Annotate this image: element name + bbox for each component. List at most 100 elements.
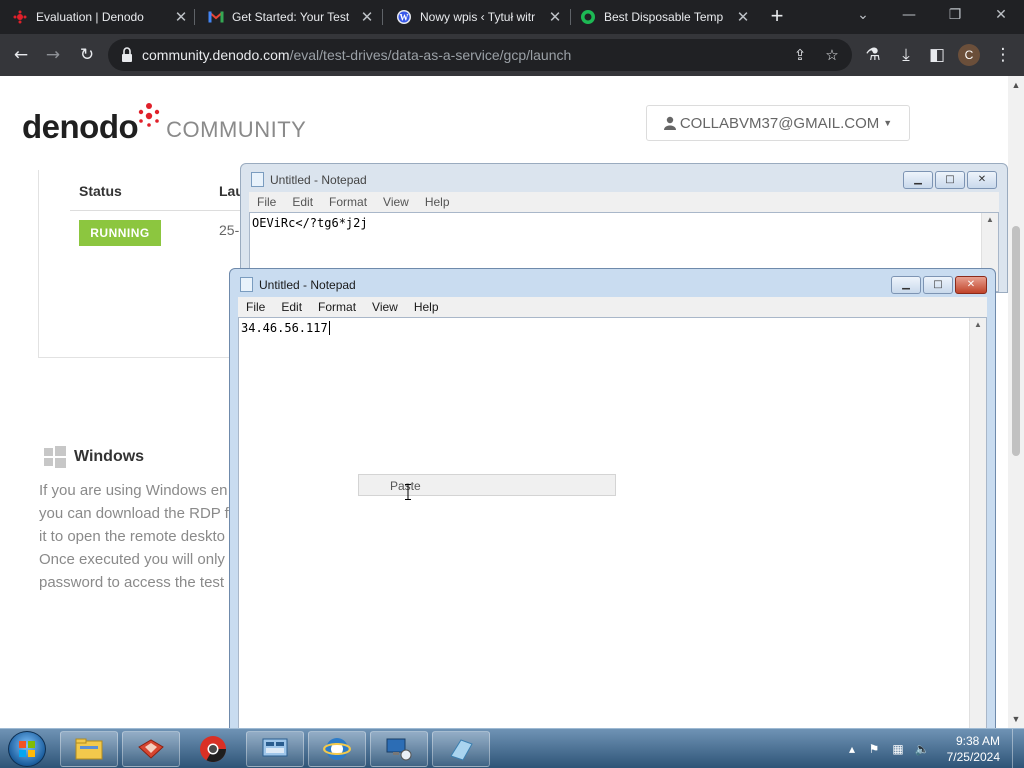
download-icon[interactable]: ⤓ — [893, 42, 919, 68]
tab-title: Get Started: Your Test — [232, 10, 350, 24]
lock-icon — [120, 46, 134, 64]
windows-logo-icon — [44, 446, 66, 468]
menu-view[interactable]: View — [375, 192, 417, 212]
show-hidden-icons-icon[interactable]: ▴ — [844, 741, 860, 757]
new-tab-button[interactable]: + — [764, 4, 790, 30]
share-icon[interactable]: ⇪ — [790, 45, 810, 65]
profile-avatar[interactable]: C — [958, 44, 980, 66]
denodo-logo[interactable]: denodo COMMUNITY — [22, 103, 306, 146]
menu-view[interactable]: View — [364, 297, 406, 317]
menu-kebab-icon[interactable]: ⋮ — [990, 42, 1016, 68]
brand-name: denodo — [22, 108, 139, 145]
scroll-up-icon[interactable]: ▲ — [970, 320, 986, 329]
scrollbar-thumb[interactable] — [1012, 226, 1020, 456]
control-panel-icon[interactable] — [246, 731, 304, 767]
instruction-line: you can download the RDP f — [39, 505, 229, 522]
system-clock[interactable]: 9:38 AM 7/25/2024 — [940, 733, 1000, 765]
notepad-maximize-button[interactable]: □ — [923, 276, 953, 294]
restore-button[interactable]: ❐ — [932, 0, 978, 34]
action-center-icon[interactable]: ⚑ — [866, 741, 882, 757]
notepad-titlebar[interactable]: Untitled - Notepad ▁ □ ✕ — [241, 164, 1007, 192]
menu-help[interactable]: Help — [406, 297, 447, 317]
tab-title: Nowy wpis ‹ Tytuł witr — [420, 10, 536, 24]
reload-button[interactable]: ↻ — [74, 42, 100, 68]
user-email: COLLABVM37@GMAIL.COM — [679, 114, 880, 132]
instruction-line: Once executed you will only — [39, 551, 225, 568]
notepad-close-button[interactable]: ✕ — [955, 276, 987, 294]
volume-muted-icon[interactable]: 🔈 — [914, 741, 930, 757]
tab-disposable-temp[interactable]: Best Disposable Temp ✕ — [568, 0, 756, 34]
scroll-up-icon[interactable]: ▲ — [1008, 80, 1024, 90]
tab-title: Best Disposable Temp — [604, 10, 724, 24]
windows-section-title: Windows — [44, 446, 144, 468]
tab-gmail[interactable]: Get Started: Your Test ✕ — [196, 0, 380, 34]
tab-close-icon[interactable]: ✕ — [168, 8, 194, 26]
scroll-up-icon[interactable]: ▲ — [982, 215, 998, 224]
windows-logo-icon — [19, 741, 35, 757]
wordpress-icon: W — [396, 9, 412, 25]
windows-title-text: Windows — [74, 448, 145, 465]
remote-desktop-icon[interactable] — [370, 731, 428, 767]
notepad-title: Untitled - Notepad — [259, 278, 356, 292]
menu-format[interactable]: Format — [310, 297, 364, 317]
status-badge: RUNNING — [79, 220, 161, 246]
toolbox-icon[interactable] — [122, 731, 180, 767]
start-button[interactable] — [8, 731, 46, 767]
scroll-down-icon[interactable]: ▼ — [1008, 714, 1024, 724]
tab-evaluation-denodo[interactable]: Evaluation | Denodo ✕ — [0, 0, 194, 34]
url-text: community.denodo.com/eval/test-drives/da… — [142, 47, 572, 63]
notepad-icon — [240, 277, 253, 292]
minimize-button[interactable]: — — [886, 0, 932, 34]
denodo-dots-icon — [138, 103, 160, 127]
user-menu-button[interactable]: COLLABVM37@GMAIL.COM ▼ — [646, 105, 910, 141]
back-button[interactable]: ← — [8, 42, 34, 68]
instruction-line: it to open the remote deskto — [39, 528, 225, 545]
notepad-minimize-button[interactable]: ▁ — [903, 171, 933, 189]
menu-edit[interactable]: Edit — [273, 297, 310, 317]
windows-instructions: If you are using Windows en you can down… — [39, 479, 239, 594]
close-window-button[interactable]: ✕ — [978, 0, 1024, 34]
menu-edit[interactable]: Edit — [284, 192, 321, 212]
windows-taskbar: ▴ ⚑ ▦ 🔈 9:38 AM 7/25/2024 — [0, 728, 1024, 768]
menu-format[interactable]: Format — [321, 192, 375, 212]
table-divider — [70, 210, 250, 211]
notepad-title: Untitled - Notepad — [270, 173, 367, 187]
tab-close-icon[interactable]: ✕ — [730, 8, 756, 26]
notepad-scrollbar[interactable]: ▲ — [969, 318, 986, 728]
tab-wordpress[interactable]: W Nowy wpis ‹ Tytuł witr ✕ — [384, 0, 568, 34]
chrome-icon[interactable] — [184, 731, 242, 767]
forward-button[interactable]: → — [40, 42, 66, 68]
clock-date: 7/25/2024 — [946, 750, 1000, 764]
instruction-line: password to access the test — [39, 574, 225, 591]
caret-down-icon: ▼ — [883, 118, 893, 128]
notepad-text-area[interactable]: 34.46.56.117 ▲ — [238, 317, 987, 729]
context-menu: Paste — [358, 474, 616, 496]
menu-file[interactable]: File — [249, 192, 284, 212]
ie-icon[interactable] — [308, 731, 366, 767]
menu-file[interactable]: File — [238, 297, 273, 317]
bookmark-star-icon[interactable]: ☆ — [822, 45, 842, 65]
notepad-titlebar[interactable]: Untitled - Notepad ▁ □ ✕ — [230, 269, 995, 297]
labs-flask-icon[interactable]: ⚗ — [860, 42, 886, 68]
tab-separator — [382, 9, 383, 25]
instruction-line: If you are using Windows en — [39, 482, 228, 499]
page-scrollbar[interactable]: ▲ ▼ — [1008, 76, 1024, 728]
network-icon[interactable]: ▦ — [890, 741, 906, 757]
show-desktop-button[interactable] — [1012, 729, 1024, 768]
address-bar[interactable]: community.denodo.com/eval/test-drives/da… — [108, 39, 852, 71]
menu-help[interactable]: Help — [417, 192, 458, 212]
notepad-icon[interactable] — [432, 731, 490, 767]
notepad-close-button[interactable]: ✕ — [967, 171, 997, 189]
tab-close-icon[interactable]: ✕ — [354, 8, 380, 26]
notepad-content: 34.46.56.117 — [241, 321, 330, 335]
tab-title: Evaluation | Denodo — [36, 10, 144, 24]
notepad-maximize-button[interactable]: □ — [935, 171, 965, 189]
notepad-window-front[interactable]: Untitled - Notepad ▁ □ ✕ File Edit Forma… — [229, 268, 996, 730]
notepad-minimize-button[interactable]: ▁ — [891, 276, 921, 294]
side-panel-icon[interactable]: ◧ — [924, 42, 950, 68]
tab-close-icon[interactable]: ✕ — [542, 8, 568, 26]
green-circle-icon — [580, 9, 596, 25]
tab-search-icon[interactable]: ⌄ — [840, 0, 886, 34]
clock-time: 9:38 AM — [955, 734, 1000, 748]
explorer-icon[interactable] — [60, 731, 118, 767]
